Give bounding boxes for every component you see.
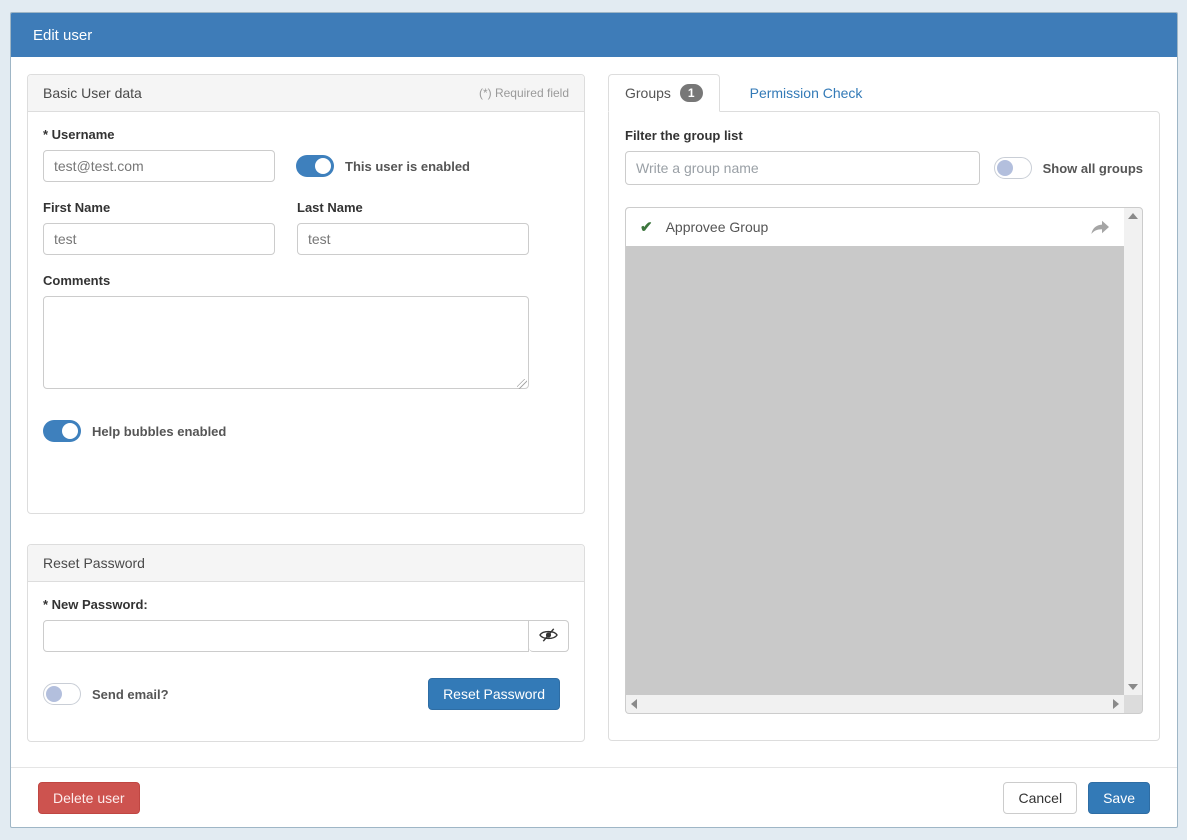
last-name-label: Last Name xyxy=(297,200,363,215)
username-input[interactable] xyxy=(43,150,275,182)
send-email-label: Send email? xyxy=(92,686,169,702)
basic-user-data-panel: Basic User data (*) Required field * Use… xyxy=(27,74,585,514)
groups-tab-panel: Filter the group list Show all groups ✔ … xyxy=(608,111,1160,741)
reset-panel-heading: Reset Password xyxy=(28,545,584,582)
cancel-button[interactable]: Cancel xyxy=(1003,781,1078,814)
dialog-header: Edit user xyxy=(11,13,1177,57)
reset-password-button[interactable]: Reset Password xyxy=(428,678,560,710)
edit-user-dialog: Edit user Basic User data (*) Required f… xyxy=(10,12,1178,828)
group-list-content: ✔ Approvee Group xyxy=(626,208,1124,695)
filter-group-list-label: Filter the group list xyxy=(625,128,743,143)
new-password-label: * New Password: xyxy=(43,597,148,612)
tab-permission-check[interactable]: Permission Check xyxy=(734,74,879,112)
new-password-input[interactable] xyxy=(43,620,529,652)
show-password-button[interactable] xyxy=(529,620,569,652)
reset-password-panel: Reset Password * New Password: Send emai… xyxy=(27,544,585,742)
scroll-up-icon[interactable] xyxy=(1128,213,1138,219)
eye-slash-icon xyxy=(539,627,558,646)
show-all-groups-toggle[interactable] xyxy=(993,157,1032,179)
basic-panel-title: Basic User data xyxy=(43,85,142,101)
tab-groups-label: Groups xyxy=(625,85,671,101)
resize-grip-icon[interactable] xyxy=(517,379,527,389)
vertical-scrollbar[interactable] xyxy=(1124,208,1142,695)
user-enabled-label: This user is enabled xyxy=(345,158,470,174)
group-name: Approvee Group xyxy=(665,219,769,235)
check-icon: ✔ xyxy=(640,219,653,236)
toggle-knob xyxy=(46,686,62,702)
tab-permission-check-label: Permission Check xyxy=(749,85,863,101)
left-column: Basic User data (*) Required field * Use… xyxy=(27,74,585,767)
first-name-label: First Name xyxy=(43,200,111,215)
dialog-footer: Delete user Cancel Save xyxy=(11,767,1177,827)
group-filter-input[interactable] xyxy=(625,151,980,185)
scroll-down-icon[interactable] xyxy=(1128,684,1138,690)
dialog-body: Basic User data (*) Required field * Use… xyxy=(11,57,1177,767)
scroll-right-icon[interactable] xyxy=(1113,699,1119,709)
toggle-knob xyxy=(315,158,331,174)
last-name-input[interactable] xyxy=(297,223,529,255)
forward-arrow-icon[interactable] xyxy=(1090,220,1110,235)
reset-panel-title: Reset Password xyxy=(43,555,145,571)
right-column: Groups 1 Permission Check Filter the gro… xyxy=(608,74,1160,767)
groups-tabs: Groups 1 Permission Check xyxy=(608,74,1160,112)
help-bubbles-label: Help bubbles enabled xyxy=(92,423,227,439)
first-name-input[interactable] xyxy=(43,223,275,255)
show-all-groups-label: Show all groups xyxy=(1042,160,1143,176)
comments-textarea[interactable] xyxy=(43,296,529,389)
comments-label: Comments xyxy=(43,273,111,288)
scrollbar-corner xyxy=(1124,695,1142,713)
dialog-title: Edit user xyxy=(33,26,93,44)
toggle-knob xyxy=(996,160,1013,176)
tab-groups[interactable]: Groups 1 xyxy=(608,74,720,112)
save-button[interactable]: Save xyxy=(1088,781,1150,814)
group-list-item[interactable]: ✔ Approvee Group xyxy=(626,208,1124,246)
toggle-knob xyxy=(62,423,78,439)
group-list: ✔ Approvee Group xyxy=(625,207,1143,714)
required-field-note: (*) Required field xyxy=(478,86,569,100)
send-email-toggle[interactable] xyxy=(43,683,81,705)
delete-user-button[interactable]: Delete user xyxy=(38,781,140,814)
basic-panel-heading: Basic User data (*) Required field xyxy=(28,75,584,112)
horizontal-scrollbar[interactable] xyxy=(626,695,1124,713)
help-bubbles-toggle[interactable] xyxy=(43,420,81,442)
scroll-left-icon[interactable] xyxy=(631,699,637,709)
groups-count-badge: 1 xyxy=(679,84,703,102)
user-enabled-toggle[interactable] xyxy=(296,155,334,177)
username-label: * Username xyxy=(43,127,115,142)
